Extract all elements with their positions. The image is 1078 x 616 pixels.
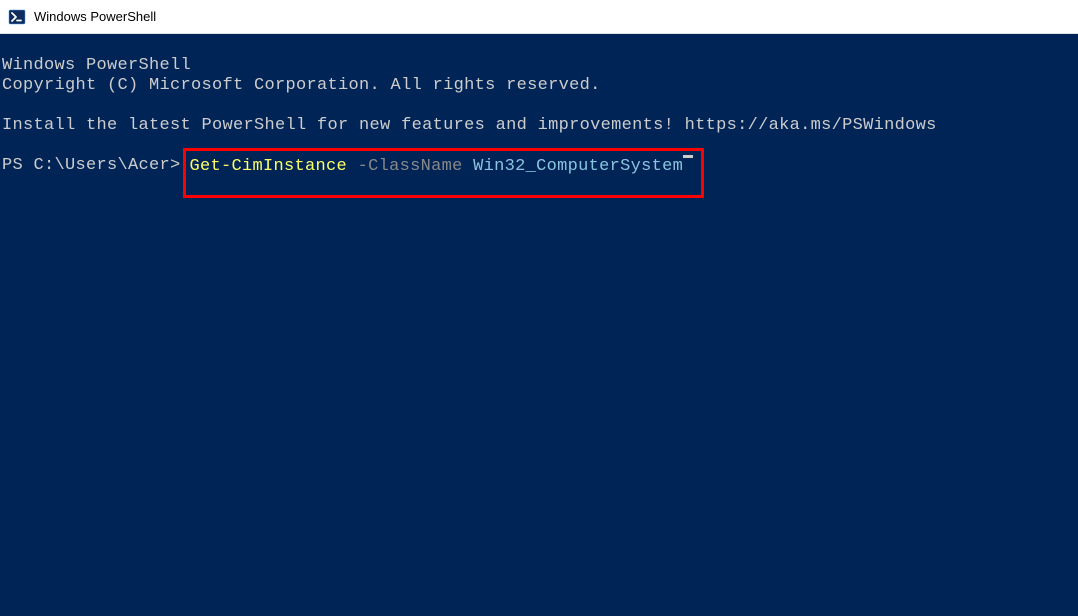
powershell-icon (8, 8, 26, 26)
window-title: Windows PowerShell (34, 9, 156, 24)
blank-line (2, 96, 1076, 116)
window-titlebar[interactable]: Windows PowerShell (0, 0, 1078, 34)
param-value: Win32_ComputerSystem (473, 157, 683, 177)
cmdlet-name: Get-CimInstance (190, 157, 348, 177)
terminal-cursor (683, 155, 693, 158)
terminal-area[interactable]: Windows PowerShellCopyright (C) Microsof… (0, 34, 1078, 616)
prompt-line: PS C:\Users\Acer> Get-CimInstance -ClassN… (2, 156, 1076, 206)
terminal-line: Windows PowerShell (2, 56, 1076, 76)
terminal-line: Install the latest PowerShell for new fe… (2, 116, 1076, 136)
command-highlight-box: Get-CimInstance -ClassName Win32_Compute… (183, 148, 705, 198)
prompt-prefix: PS C:\Users\Acer> (2, 156, 181, 176)
terminal-line: Copyright (C) Microsoft Corporation. All… (2, 76, 1076, 96)
param-flag: -ClassName (347, 157, 473, 177)
